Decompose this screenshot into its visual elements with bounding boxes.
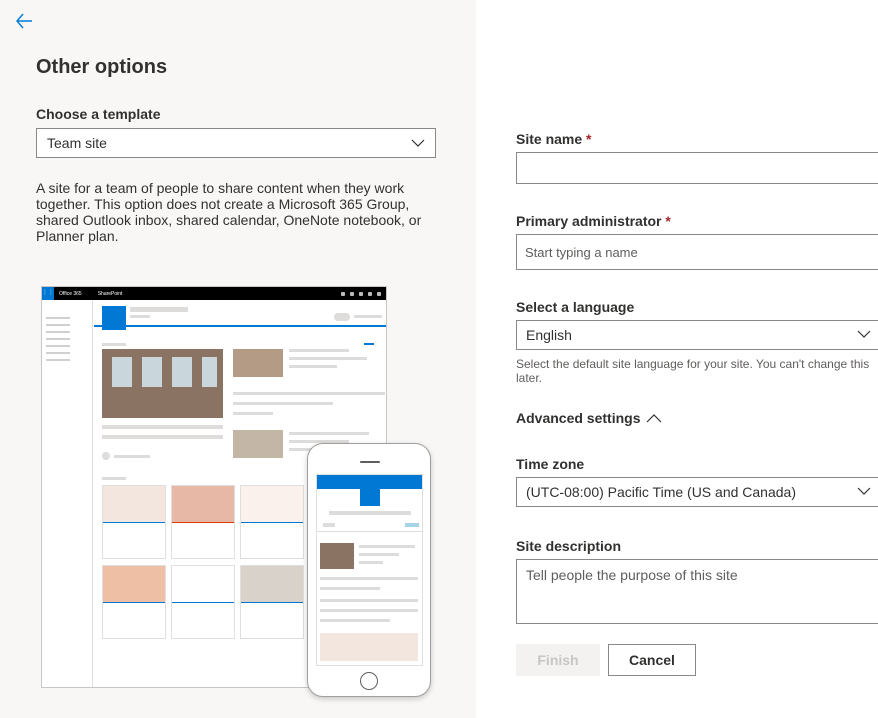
- advanced-settings-label: Advanced settings: [516, 410, 641, 426]
- preview-phone: [307, 443, 431, 697]
- template-description: A site for a team of people to share con…: [36, 180, 422, 244]
- template-label: Choose a template: [36, 106, 161, 122]
- time-zone-selected-value: (UTC-08:00) Pacific Time (US and Canada): [526, 484, 796, 500]
- chevron-down-icon: [857, 487, 871, 495]
- preview-suite-bar: ⋮⋮ Office 365 SharePoint: [42, 287, 386, 300]
- preview-bar-icons: [341, 291, 381, 296]
- chevron-up-icon: [647, 414, 662, 423]
- panel-title: Other options: [36, 56, 168, 78]
- waffle-icon: ⋮⋮: [42, 287, 54, 300]
- required-marker: *: [586, 131, 592, 147]
- phone-screen: [316, 474, 423, 666]
- template-selected-value: Team site: [47, 135, 107, 151]
- primary-admin-label: Primary administrator *: [516, 213, 671, 229]
- finish-button[interactable]: Finish: [516, 644, 600, 676]
- time-zone-label: Time zone: [516, 456, 585, 472]
- preview-app-name: Office 365: [59, 290, 82, 297]
- required-marker: *: [665, 213, 671, 229]
- primary-admin-input[interactable]: [516, 234, 878, 270]
- time-zone-dropdown[interactable]: (UTC-08:00) Pacific Time (US and Canada): [516, 477, 878, 507]
- site-description-label: Site description: [516, 538, 622, 554]
- site-description-input[interactable]: [516, 559, 878, 624]
- preview-left-nav: [42, 300, 93, 687]
- back-button[interactable]: [14, 10, 36, 32]
- site-name-input[interactable]: [516, 152, 878, 184]
- template-dropdown[interactable]: Team site: [36, 128, 436, 158]
- language-selected-value: English: [526, 327, 572, 343]
- site-name-label: Site name *: [516, 131, 592, 147]
- advanced-settings-toggle[interactable]: Advanced settings: [516, 410, 662, 426]
- preview-product-name: SharePoint: [97, 290, 123, 297]
- template-panel: Other options Choose a template Team sit…: [0, 0, 476, 718]
- arrow-left-icon: [16, 13, 32, 29]
- preview-hero-photo: [102, 349, 223, 418]
- language-helper-text: Select the default site language for you…: [516, 357, 870, 385]
- language-label: Select a language: [516, 299, 635, 315]
- chevron-down-icon: [411, 139, 425, 147]
- chevron-down-icon: [857, 330, 871, 338]
- cancel-button[interactable]: Cancel: [608, 644, 696, 676]
- language-dropdown[interactable]: English: [516, 320, 878, 350]
